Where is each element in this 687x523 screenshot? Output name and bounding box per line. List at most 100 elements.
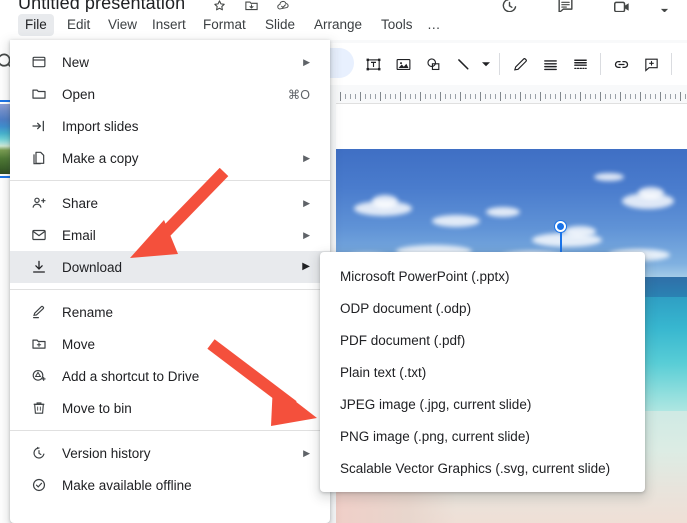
ruler-tick (385, 94, 386, 99)
menu-item-add-shortcut-to-drive[interactable]: Add a shortcut to Drive (10, 360, 330, 392)
cloud-shape (594, 173, 624, 181)
rotation-handle[interactable] (555, 221, 566, 232)
menu-more[interactable]: … (420, 14, 448, 36)
submenu-item-jpeg[interactable]: JPEG image (.jpg, current slide) (320, 388, 645, 420)
submenu-item-odp[interactable]: ODP document (.odp) (320, 292, 645, 324)
ruler-tick (430, 94, 431, 99)
menu-item-version-history[interactable]: Version history ▶ (10, 437, 330, 469)
menu-item-import-slides[interactable]: Import slides (10, 110, 330, 142)
share-person-add-icon (28, 193, 50, 213)
ruler-tick (615, 94, 616, 99)
ruler-tick (555, 94, 556, 99)
submenu-item-svg[interactable]: Scalable Vector Graphics (.svg, current … (320, 452, 645, 484)
ruler-tick (515, 94, 516, 99)
ruler-tick (535, 94, 536, 99)
folder-open-icon (28, 84, 50, 104)
ruler-tick (485, 94, 486, 99)
ruler-tick (580, 92, 581, 101)
ruler-tick (585, 94, 586, 99)
menu-insert[interactable]: Insert (145, 14, 193, 36)
ruler-tick (420, 92, 421, 101)
submenu-caret-icon: ▶ (303, 154, 322, 163)
menu-item-label: Download (62, 260, 122, 275)
insert-image-icon[interactable] (388, 48, 418, 80)
submenu-item-txt[interactable]: Plain text (.txt) (320, 356, 645, 388)
ruler-tick (660, 92, 661, 101)
horizontal-ruler (336, 90, 687, 104)
align-icon[interactable] (535, 48, 565, 80)
ruler-tick (605, 94, 606, 99)
ruler-tick (620, 92, 621, 101)
menu-item-new[interactable]: New ▶ (10, 46, 330, 78)
menu-item-rename[interactable]: Rename (10, 296, 330, 328)
move-folder-icon (28, 334, 50, 354)
menu-item-open[interactable]: Open ⌘O (10, 78, 330, 110)
menu-item-label: Email (62, 228, 96, 243)
menu-arrange[interactable]: Arrange (307, 14, 369, 36)
drive-shortcut-icon (28, 366, 50, 386)
ruler-tick (415, 94, 416, 99)
ruler-tick (470, 94, 471, 99)
ruler-tick (545, 94, 546, 99)
menu-item-make-available-offline[interactable]: Make available offline (10, 469, 330, 501)
menu-item-share[interactable]: Share ▶ (10, 187, 330, 219)
ruler-tick (655, 94, 656, 99)
download-icon (28, 257, 50, 277)
line-icon[interactable] (448, 48, 478, 80)
menu-file[interactable]: File (18, 14, 54, 36)
menu-item-label: Move (62, 337, 95, 352)
submenu-item-png[interactable]: PNG image (.png, current slide) (320, 420, 645, 452)
menu-divider (10, 289, 330, 290)
ruler-tick (355, 94, 356, 99)
ruler-tick (630, 94, 631, 99)
ruler-tick (520, 92, 521, 101)
menu-item-download[interactable]: Download ▶ (10, 251, 330, 283)
ruler-tick (435, 94, 436, 99)
line-spacing-icon[interactable] (565, 48, 595, 80)
ruler-tick (410, 94, 411, 99)
ruler-tick (440, 92, 441, 101)
ruler-tick (400, 92, 401, 101)
ruler-tick (575, 94, 576, 99)
menu-bar: File Edit View Insert Format Slide Arran… (0, 12, 687, 40)
submenu-item-pptx[interactable]: Microsoft PowerPoint (.pptx) (320, 260, 645, 292)
submenu-item-pdf[interactable]: PDF document (.pdf) (320, 324, 645, 356)
menu-item-move[interactable]: Move (10, 328, 330, 360)
ruler-tick (645, 94, 646, 99)
line-dropdown-caret-icon[interactable] (478, 48, 494, 80)
ruler-tick (550, 94, 551, 99)
menu-divider (10, 430, 330, 431)
pen-icon[interactable] (505, 48, 535, 80)
menu-item-label: Move to bin (62, 401, 132, 416)
insert-link-icon[interactable] (606, 48, 636, 80)
text-box-icon[interactable] (358, 48, 388, 80)
new-window-icon (28, 52, 50, 72)
file-menu-dropdown: New ▶ Open ⌘O Import slides Make a copy … (10, 40, 330, 523)
menu-tools[interactable]: Tools (374, 14, 420, 36)
cloud-shape (372, 195, 398, 208)
ruler-tick (540, 92, 541, 101)
select-tool-pill[interactable] (330, 48, 354, 78)
ruler-tick (425, 94, 426, 99)
import-slides-icon (28, 116, 50, 136)
ruler-tick (340, 92, 341, 101)
menu-item-email[interactable]: Email ▶ (10, 219, 330, 251)
menu-view[interactable]: View (101, 14, 144, 36)
ruler-tick (500, 92, 501, 101)
menu-format[interactable]: Format (196, 14, 253, 36)
menu-edit[interactable]: Edit (60, 14, 97, 36)
toolbar-divider-3 (671, 53, 672, 75)
toolbar-divider-2 (600, 53, 601, 75)
ruler-tick (525, 94, 526, 99)
menu-slide[interactable]: Slide (258, 14, 302, 36)
menu-item-make-a-copy[interactable]: Make a copy ▶ (10, 142, 330, 174)
ruler-tick (530, 94, 531, 99)
cloud-shape (432, 215, 480, 227)
add-comment-icon[interactable] (636, 48, 666, 80)
ruler-tick (395, 94, 396, 99)
shape-icon[interactable] (418, 48, 448, 80)
ruler-tick (350, 94, 351, 99)
ruler-tick (480, 92, 481, 101)
menu-item-move-to-bin[interactable]: Move to bin (10, 392, 330, 424)
submenu-caret-icon: ▶ (303, 58, 322, 67)
